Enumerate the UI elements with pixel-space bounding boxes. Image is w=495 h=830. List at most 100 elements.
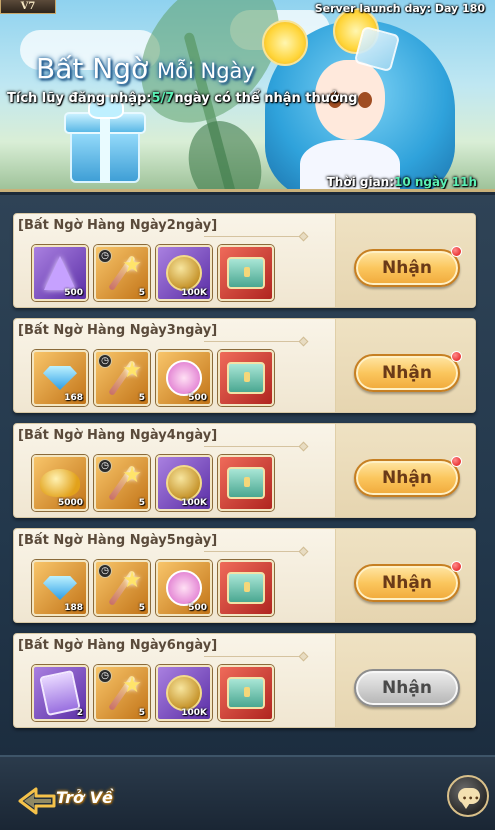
character-eye (358, 92, 372, 108)
item-quantity: 100K (181, 288, 207, 298)
item-quantity: 5 (138, 708, 145, 718)
item-quantity: 100K (181, 498, 207, 508)
item-quantity: 500 (188, 603, 207, 613)
item-quantity: 500 (64, 288, 83, 298)
divider (204, 656, 304, 657)
clock-icon: ◷ (98, 459, 112, 473)
reward-items: 5000 ★ ◷ 5 100K (32, 455, 274, 511)
reward-title: [Bất Ngờ Hàng Ngày4ngày] (18, 428, 218, 443)
item-quantity: 500 (188, 393, 207, 403)
reward-title: [Bất Ngờ Hàng Ngày6ngày] (18, 638, 218, 653)
clock-icon: ◷ (98, 564, 112, 578)
item-quantity: 5 (138, 288, 145, 298)
notification-dot (451, 351, 462, 362)
item-quantity: 5 (138, 603, 145, 613)
progress-prefix: Tích lũy đăng nhập: (7, 91, 152, 106)
server-launch-day: Server launch day: Day 180 (314, 2, 485, 15)
clock-icon: ◷ (98, 669, 112, 683)
reward-item[interactable]: ★ ◷ 5 (94, 455, 150, 511)
reward-item[interactable]: ★ ◷ 5 (94, 560, 150, 616)
reward-list[interactable]: [Bất Ngờ Hàng Ngày2ngày] 500 ★ ◷ 5 100K … (0, 195, 495, 755)
treasure-chest-icon (220, 352, 272, 404)
notification-dot (451, 456, 462, 467)
reward-item[interactable]: ★ ◷ 5 (94, 245, 150, 301)
event-time-remaining: Thời gian:10 ngày 11h (327, 175, 477, 189)
treasure-chest-icon (220, 457, 272, 509)
reward-items: 188 ★ ◷ 5 500 (32, 560, 274, 616)
item-quantity: 100K (181, 708, 207, 718)
reward-item[interactable] (218, 350, 274, 406)
reward-item[interactable]: 100K (156, 245, 212, 301)
item-quantity: 168 (64, 393, 83, 403)
reward-row: [Bất Ngờ Hàng Ngày6ngày] 2 ★ ◷ 5 100K Nh… (13, 633, 476, 728)
page-title: Bất Ngờ Mỗi Ngày (36, 52, 255, 85)
vip-badge: V7 (0, 0, 56, 14)
reward-item[interactable]: 5000 (32, 455, 88, 511)
reward-title: [Bất Ngờ Hàng Ngày2ngày] (18, 218, 218, 233)
reward-item[interactable] (218, 665, 274, 721)
reward-item[interactable]: 500 (156, 560, 212, 616)
time-value: 10 ngày 11h (394, 175, 477, 189)
item-quantity: 5000 (57, 498, 83, 508)
clock-icon: ◷ (98, 354, 112, 368)
claim-button[interactable]: Nhận (354, 249, 460, 287)
back-arrow-icon (18, 787, 56, 815)
reward-row: [Bất Ngờ Hàng Ngày3ngày] 168 ★ ◷ 5 500 N… (13, 318, 476, 413)
treasure-chest-icon (220, 667, 272, 719)
reward-item[interactable]: 168 (32, 350, 88, 406)
claim-button[interactable]: Nhận (354, 354, 460, 392)
divider (204, 341, 304, 342)
reward-item[interactable] (218, 455, 274, 511)
claim-button[interactable]: Nhận (354, 459, 460, 497)
divider (204, 446, 304, 447)
lemon-icon (262, 20, 308, 66)
divider-ornament (298, 336, 309, 347)
reward-row: [Bất Ngờ Hàng Ngày4ngày] 5000 ★ ◷ 5 100K… (13, 423, 476, 518)
reward-items: 2 ★ ◷ 5 100K (32, 665, 274, 721)
claim-button[interactable]: Nhận (354, 669, 460, 707)
divider-ornament (298, 441, 309, 452)
login-progress-text: Tích lũy đăng nhập:5/7ngày có thể nhận t… (7, 91, 358, 106)
notification-dot (451, 561, 462, 572)
bottom-bar: Trở Về ••• (0, 755, 495, 830)
reward-item[interactable]: 2 (32, 665, 88, 721)
reward-item[interactable]: 100K (156, 455, 212, 511)
progress-suffix: ngày có thể nhận thưởng (174, 91, 358, 106)
item-quantity: 188 (64, 603, 83, 613)
back-label: Trở Về (56, 788, 113, 807)
divider-ornament (298, 231, 309, 242)
treasure-chest-icon (220, 562, 272, 614)
item-quantity: 2 (76, 708, 83, 718)
gift-ribbon (100, 112, 110, 183)
chat-button[interactable]: ••• (447, 775, 489, 817)
divider (204, 236, 304, 237)
notification-dot (451, 246, 462, 257)
item-quantity: 5 (138, 393, 145, 403)
progress-count: 5/7 (151, 91, 175, 106)
reward-item[interactable]: ★ ◷ 5 (94, 665, 150, 721)
treasure-chest-icon (220, 247, 272, 299)
reward-item[interactable]: 500 (32, 245, 88, 301)
claim-button[interactable]: Nhận (354, 564, 460, 602)
divider-ornament (298, 651, 309, 662)
reward-item[interactable]: 188 (32, 560, 88, 616)
back-button[interactable]: Trở Về (18, 782, 118, 820)
time-label: Thời gian: (326, 175, 395, 189)
reward-row: [Bất Ngờ Hàng Ngày2ngày] 500 ★ ◷ 5 100K … (13, 213, 476, 308)
divider (204, 551, 304, 552)
reward-items: 168 ★ ◷ 5 500 (32, 350, 274, 406)
reward-items: 500 ★ ◷ 5 100K (32, 245, 274, 301)
reward-item[interactable]: ★ ◷ 5 (94, 350, 150, 406)
divider-ornament (298, 546, 309, 557)
title-main: Bất Ngờ (36, 52, 149, 85)
reward-item[interactable]: 500 (156, 350, 212, 406)
reward-title: [Bất Ngờ Hàng Ngày5ngày] (18, 533, 218, 548)
reward-title: [Bất Ngờ Hàng Ngày3ngày] (18, 323, 218, 338)
reward-item[interactable] (218, 245, 274, 301)
reward-item[interactable]: 100K (156, 665, 212, 721)
event-banner: V7 Server launch day: Day 180 Bất Ngờ Mỗ… (0, 0, 495, 192)
item-quantity: 5 (138, 498, 145, 508)
title-small: Mỗi Ngày (157, 59, 255, 83)
clock-icon: ◷ (98, 249, 112, 263)
reward-item[interactable] (218, 560, 274, 616)
